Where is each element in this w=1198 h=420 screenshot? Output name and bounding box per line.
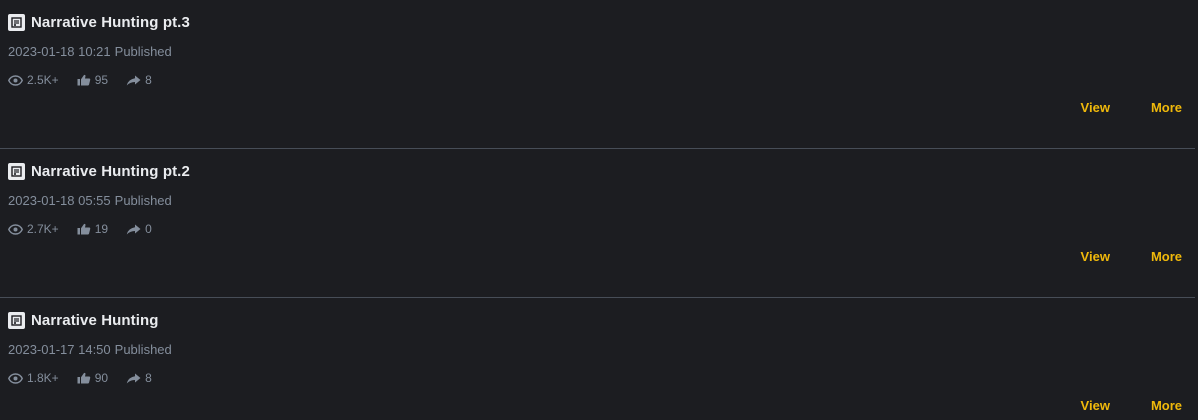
article-actions: View More (1081, 398, 1182, 413)
share-arrow-icon[interactable] (126, 75, 141, 86)
eye-icon (8, 74, 23, 86)
article-stats: 2.5K+ 95 8 (8, 72, 170, 88)
article-title-row[interactable]: Narrative Hunting (8, 310, 159, 330)
article-item: Narrative Hunting pt.2 2023-01-18 05:55 P… (0, 149, 1195, 298)
publish-status: Published (114, 193, 172, 208)
views-count: 2.5K+ (27, 73, 59, 87)
views-count: 1.8K+ (27, 371, 59, 385)
article-stats: 2.7K+ 19 0 (8, 221, 170, 237)
eye-icon (8, 372, 23, 384)
share-arrow-icon[interactable] (126, 373, 141, 384)
likes-stat[interactable]: 19 (77, 222, 108, 236)
more-button[interactable]: More (1151, 100, 1182, 115)
shares-count: 8 (145, 73, 152, 87)
view-button[interactable]: View (1081, 100, 1110, 115)
views-count: 2.7K+ (27, 222, 59, 236)
article-stats: 1.8K+ 90 8 (8, 370, 170, 386)
thumbs-up-icon[interactable] (77, 372, 91, 384)
view-button[interactable]: View (1081, 398, 1110, 413)
publish-status: Published (114, 342, 172, 357)
article-meta: 2023-01-18 10:21 Published (8, 44, 172, 59)
thumbs-up-icon[interactable] (77, 74, 91, 86)
likes-count: 95 (94, 73, 109, 87)
publish-date: 2023-01-18 10:21 (8, 44, 111, 59)
article-actions: View More (1081, 100, 1182, 115)
likes-count: 19 (94, 222, 109, 236)
publish-date: 2023-01-18 05:55 (8, 193, 111, 208)
shares-stat[interactable]: 0 (126, 222, 152, 236)
document-icon (8, 311, 25, 329)
document-icon (8, 13, 25, 31)
view-button[interactable]: View (1081, 249, 1110, 264)
article-meta: 2023-01-17 14:50 Published (8, 342, 172, 357)
article-actions: View More (1081, 249, 1182, 264)
share-arrow-icon[interactable] (126, 224, 141, 235)
shares-count: 8 (145, 371, 152, 385)
views-stat: 1.8K+ (8, 371, 59, 385)
document-icon (8, 162, 25, 180)
shares-stat[interactable]: 8 (126, 371, 152, 385)
thumbs-up-icon[interactable] (77, 223, 91, 235)
article-title[interactable]: Narrative Hunting pt.3 (31, 14, 190, 31)
more-button[interactable]: More (1151, 398, 1182, 413)
article-title-row[interactable]: Narrative Hunting pt.2 (8, 161, 190, 181)
article-item: Narrative Hunting pt.3 2023-01-18 10:21 P… (0, 0, 1195, 149)
article-list: Narrative Hunting pt.3 2023-01-18 10:21 P… (0, 0, 1198, 420)
likes-count: 90 (94, 371, 109, 385)
article-title[interactable]: Narrative Hunting (31, 312, 159, 329)
shares-stat[interactable]: 8 (126, 73, 152, 87)
article-title-row[interactable]: Narrative Hunting pt.3 (8, 12, 190, 32)
likes-stat[interactable]: 90 (77, 371, 108, 385)
article-meta: 2023-01-18 05:55 Published (8, 193, 172, 208)
publish-status: Published (114, 44, 172, 59)
publish-date: 2023-01-17 14:50 (8, 342, 111, 357)
article-item: Narrative Hunting 2023-01-17 14:50 Publis… (0, 298, 1195, 420)
views-stat: 2.7K+ (8, 222, 59, 236)
views-stat: 2.5K+ (8, 73, 59, 87)
shares-count: 0 (145, 222, 152, 236)
article-title[interactable]: Narrative Hunting pt.2 (31, 163, 190, 180)
eye-icon (8, 223, 23, 235)
more-button[interactable]: More (1151, 249, 1182, 264)
likes-stat[interactable]: 95 (77, 73, 108, 87)
